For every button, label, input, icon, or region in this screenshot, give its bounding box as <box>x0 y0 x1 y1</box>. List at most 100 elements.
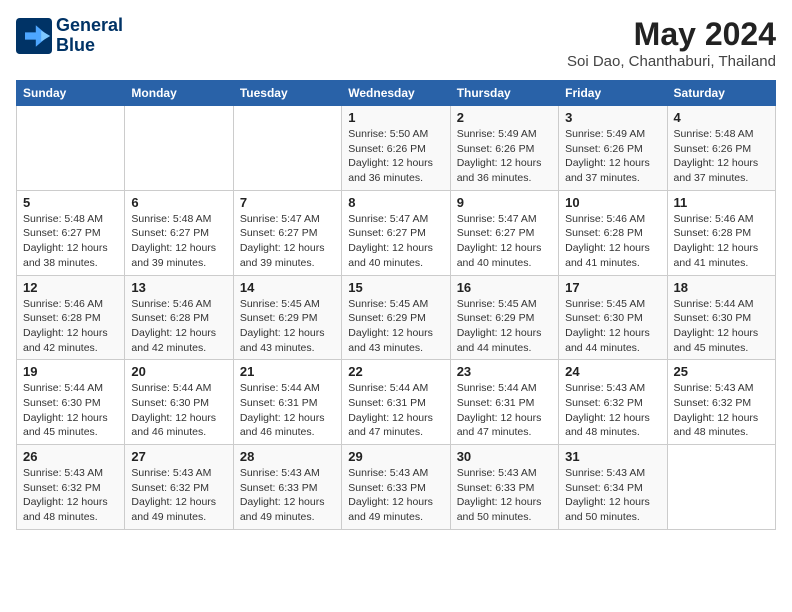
day-info: Sunrise: 5:46 AM Sunset: 6:28 PM Dayligh… <box>565 212 660 271</box>
column-header-sunday: Sunday <box>17 81 125 106</box>
week-row-2: 5 Sunrise: 5:48 AM Sunset: 6:27 PM Daylig… <box>17 190 776 275</box>
day-number: 19 <box>23 364 118 379</box>
day-info: Sunrise: 5:43 AM Sunset: 6:32 PM Dayligh… <box>565 381 660 440</box>
day-number: 17 <box>565 280 660 295</box>
day-number: 11 <box>674 195 769 210</box>
day-info: Sunrise: 5:47 AM Sunset: 6:27 PM Dayligh… <box>457 212 552 271</box>
day-info: Sunrise: 5:45 AM Sunset: 6:29 PM Dayligh… <box>348 297 443 356</box>
day-number: 1 <box>348 110 443 125</box>
day-number: 15 <box>348 280 443 295</box>
calendar-cell: 2 Sunrise: 5:49 AM Sunset: 6:26 PM Daylig… <box>450 106 558 191</box>
calendar-body: 1Sunrise: 5:50 AM Sunset: 6:26 PM Daylig… <box>17 106 776 530</box>
calendar-cell: 15 Sunrise: 5:45 AM Sunset: 6:29 PM Dayli… <box>342 275 450 360</box>
day-number: 21 <box>240 364 335 379</box>
calendar-cell: 19 Sunrise: 5:44 AM Sunset: 6:30 PM Dayli… <box>17 360 125 445</box>
logo: General Blue <box>16 16 123 56</box>
calendar-cell: 1Sunrise: 5:50 AM Sunset: 6:26 PM Daylig… <box>342 106 450 191</box>
day-info: Sunrise: 5:44 AM Sunset: 6:31 PM Dayligh… <box>240 381 335 440</box>
calendar-cell: 6Sunrise: 5:48 AM Sunset: 6:27 PM Daylig… <box>125 190 233 275</box>
calendar-cell: 8 Sunrise: 5:47 AM Sunset: 6:27 PM Daylig… <box>342 190 450 275</box>
week-row-1: 1Sunrise: 5:50 AM Sunset: 6:26 PM Daylig… <box>17 106 776 191</box>
day-number: 8 <box>348 195 443 210</box>
calendar-cell: 12 Sunrise: 5:46 AM Sunset: 6:28 PM Dayli… <box>17 275 125 360</box>
column-header-saturday: Saturday <box>667 81 775 106</box>
logo-text: General Blue <box>56 16 123 56</box>
week-row-4: 19 Sunrise: 5:44 AM Sunset: 6:30 PM Dayli… <box>17 360 776 445</box>
day-number: 6 <box>131 195 226 210</box>
day-info: Sunrise: 5:46 AM Sunset: 6:28 PM Dayligh… <box>674 212 769 271</box>
day-number: 12 <box>23 280 118 295</box>
calendar-cell: 18 Sunrise: 5:44 AM Sunset: 6:30 PM Dayli… <box>667 275 775 360</box>
day-number: 27 <box>131 449 226 464</box>
day-number: 9 <box>457 195 552 210</box>
day-info: Sunrise: 5:47 AM Sunset: 6:27 PM Dayligh… <box>348 212 443 271</box>
week-row-5: 26 Sunrise: 5:43 AM Sunset: 6:32 PM Dayli… <box>17 445 776 530</box>
day-number: 14 <box>240 280 335 295</box>
day-number: 2 <box>457 110 552 125</box>
day-number: 31 <box>565 449 660 464</box>
calendar-cell <box>125 106 233 191</box>
day-info: Sunrise: 5:48 AM Sunset: 6:26 PM Dayligh… <box>674 127 769 186</box>
day-info: Sunrise: 5:43 AM Sunset: 6:33 PM Dayligh… <box>240 466 335 525</box>
day-number: 26 <box>23 449 118 464</box>
day-info: Sunrise: 5:45 AM Sunset: 6:29 PM Dayligh… <box>240 297 335 356</box>
day-number: 24 <box>565 364 660 379</box>
day-info: Sunrise: 5:43 AM Sunset: 6:32 PM Dayligh… <box>131 466 226 525</box>
logo-icon <box>16 18 52 54</box>
calendar-header: SundayMondayTuesdayWednesdayThursdayFrid… <box>17 81 776 106</box>
calendar-cell: 9 Sunrise: 5:47 AM Sunset: 6:27 PM Daylig… <box>450 190 558 275</box>
column-header-thursday: Thursday <box>450 81 558 106</box>
calendar-cell: 29Sunrise: 5:43 AM Sunset: 6:33 PM Dayli… <box>342 445 450 530</box>
calendar-cell: 22 Sunrise: 5:44 AM Sunset: 6:31 PM Dayli… <box>342 360 450 445</box>
title-block: May 2024 Soi Dao, Chanthaburi, Thailand <box>567 16 776 70</box>
column-header-wednesday: Wednesday <box>342 81 450 106</box>
calendar-cell: 11 Sunrise: 5:46 AM Sunset: 6:28 PM Dayli… <box>667 190 775 275</box>
day-info: Sunrise: 5:44 AM Sunset: 6:30 PM Dayligh… <box>674 297 769 356</box>
day-info: Sunrise: 5:43 AM Sunset: 6:33 PM Dayligh… <box>348 466 443 525</box>
day-number: 30 <box>457 449 552 464</box>
calendar-cell: 10 Sunrise: 5:46 AM Sunset: 6:28 PM Dayli… <box>559 190 667 275</box>
day-info: Sunrise: 5:46 AM Sunset: 6:28 PM Dayligh… <box>23 297 118 356</box>
day-number: 23 <box>457 364 552 379</box>
day-number: 22 <box>348 364 443 379</box>
day-number: 3 <box>565 110 660 125</box>
calendar-cell <box>667 445 775 530</box>
day-info: Sunrise: 5:44 AM Sunset: 6:31 PM Dayligh… <box>457 381 552 440</box>
calendar-table: SundayMondayTuesdayWednesdayThursdayFrid… <box>16 80 776 530</box>
main-title: May 2024 <box>567 16 776 53</box>
calendar-cell: 23 Sunrise: 5:44 AM Sunset: 6:31 PM Dayli… <box>450 360 558 445</box>
day-number: 13 <box>131 280 226 295</box>
calendar-cell: 4Sunrise: 5:48 AM Sunset: 6:26 PM Daylig… <box>667 106 775 191</box>
day-number: 16 <box>457 280 552 295</box>
calendar-cell: 31 Sunrise: 5:43 AM Sunset: 6:34 PM Dayli… <box>559 445 667 530</box>
calendar-cell: 13 Sunrise: 5:46 AM Sunset: 6:28 PM Dayli… <box>125 275 233 360</box>
day-info: Sunrise: 5:49 AM Sunset: 6:26 PM Dayligh… <box>565 127 660 186</box>
calendar-cell: 25Sunrise: 5:43 AM Sunset: 6:32 PM Dayli… <box>667 360 775 445</box>
column-header-friday: Friday <box>559 81 667 106</box>
day-info: Sunrise: 5:45 AM Sunset: 6:30 PM Dayligh… <box>565 297 660 356</box>
calendar-cell <box>233 106 341 191</box>
calendar-cell: 26Sunrise: 5:43 AM Sunset: 6:32 PM Dayli… <box>17 445 125 530</box>
column-header-monday: Monday <box>125 81 233 106</box>
subtitle: Soi Dao, Chanthaburi, Thailand <box>567 53 776 70</box>
day-info: Sunrise: 5:43 AM Sunset: 6:33 PM Dayligh… <box>457 466 552 525</box>
day-number: 25 <box>674 364 769 379</box>
day-number: 28 <box>240 449 335 464</box>
day-number: 10 <box>565 195 660 210</box>
day-info: Sunrise: 5:49 AM Sunset: 6:26 PM Dayligh… <box>457 127 552 186</box>
calendar-cell: 3 Sunrise: 5:49 AM Sunset: 6:26 PM Daylig… <box>559 106 667 191</box>
day-info: Sunrise: 5:48 AM Sunset: 6:27 PM Dayligh… <box>23 212 118 271</box>
calendar-cell: 28 Sunrise: 5:43 AM Sunset: 6:33 PM Dayli… <box>233 445 341 530</box>
day-info: Sunrise: 5:47 AM Sunset: 6:27 PM Dayligh… <box>240 212 335 271</box>
day-info: Sunrise: 5:44 AM Sunset: 6:30 PM Dayligh… <box>131 381 226 440</box>
day-info: Sunrise: 5:44 AM Sunset: 6:30 PM Dayligh… <box>23 381 118 440</box>
calendar-cell: 24 Sunrise: 5:43 AM Sunset: 6:32 PM Dayli… <box>559 360 667 445</box>
header-row: SundayMondayTuesdayWednesdayThursdayFrid… <box>17 81 776 106</box>
calendar-cell: 30 Sunrise: 5:43 AM Sunset: 6:33 PM Dayli… <box>450 445 558 530</box>
day-number: 5 <box>23 195 118 210</box>
day-info: Sunrise: 5:46 AM Sunset: 6:28 PM Dayligh… <box>131 297 226 356</box>
day-info: Sunrise: 5:43 AM Sunset: 6:34 PM Dayligh… <box>565 466 660 525</box>
day-number: 18 <box>674 280 769 295</box>
day-info: Sunrise: 5:44 AM Sunset: 6:31 PM Dayligh… <box>348 381 443 440</box>
calendar-cell: 16Sunrise: 5:45 AM Sunset: 6:29 PM Dayli… <box>450 275 558 360</box>
